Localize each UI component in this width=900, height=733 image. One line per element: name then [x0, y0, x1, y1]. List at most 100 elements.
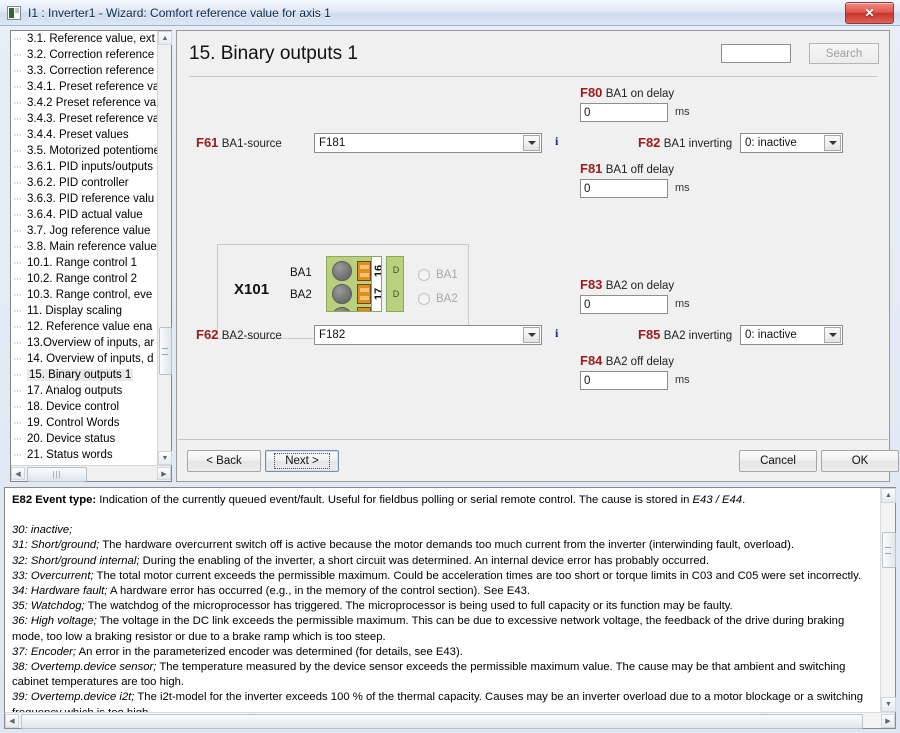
close-icon[interactable]: ✕: [845, 2, 894, 24]
tree-item-3[interactable]: ··· 3.4.1. Preset reference va: [11, 79, 157, 95]
f84-off-delay-input[interactable]: [580, 371, 668, 390]
f82-code: F82: [638, 135, 661, 150]
tree-hscroll-thumb[interactable]: |||: [27, 467, 87, 482]
chevron-down-icon[interactable]: [824, 135, 841, 151]
help-entry-9: 39: Overtemp.device i2t; The i2t-model f…: [12, 691, 864, 712]
terminal-number-17: 17: [373, 287, 382, 301]
tree-item-22[interactable]: ··· 17. Analog outputs: [11, 383, 157, 399]
help-horizontal-scrollbar[interactable]: ◀ ▶: [5, 712, 895, 729]
tree-item-20[interactable]: ··· 14. Overview of inputs, d: [11, 351, 157, 367]
search-button[interactable]: Search: [809, 43, 879, 64]
tree-item-23[interactable]: ··· 18. Device control: [11, 399, 157, 415]
f83-label-group: F83 BA2 on delay: [580, 277, 674, 292]
tree-item-26[interactable]: ··· 21. Status words: [11, 447, 157, 463]
scroll-right-icon[interactable]: ▶: [157, 467, 171, 480]
tree-item-label: 3.8. Main reference value: [27, 241, 157, 253]
help-vertical-scrollbar[interactable]: ▲ ▼: [880, 488, 896, 712]
tree-item-6[interactable]: ··· 3.4.4. Preset values: [11, 127, 157, 143]
f81-off-delay-input[interactable]: [580, 179, 668, 198]
scroll-right-icon[interactable]: ▶: [881, 714, 895, 728]
ok-button[interactable]: OK: [821, 450, 899, 472]
tree-item-24[interactable]: ··· 19. Control Words: [11, 415, 157, 431]
tree-branch-icon: ···: [13, 33, 22, 45]
tree-item-label: 3.7. Jog reference value: [27, 225, 151, 237]
tree-item-21[interactable]: ··· 15. Binary outputs 1: [11, 367, 157, 383]
tree-item-25[interactable]: ··· 20. Device status: [11, 431, 157, 447]
scroll-down-icon[interactable]: ▼: [158, 451, 172, 465]
scroll-left-icon[interactable]: ◀: [5, 714, 19, 728]
tree-item-11[interactable]: ··· 3.6.4. PID actual value: [11, 207, 157, 223]
tree-item-1[interactable]: ··· 3.2. Correction reference: [11, 47, 157, 63]
terminal-radio-ba2[interactable]: BA2: [418, 293, 458, 305]
tree-branch-icon: ···: [13, 273, 22, 285]
tree-branch-icon: ···: [13, 337, 22, 349]
tree-scroll-thumb[interactable]: [159, 327, 172, 375]
tree-item-12[interactable]: ··· 3.7. Jog reference value: [11, 223, 157, 239]
f82-inverting-dropdown[interactable]: 0: inactive: [740, 133, 843, 153]
tree-item-5[interactable]: ··· 3.4.3. Preset reference va: [11, 111, 157, 127]
tree-item-label: 3.1. Reference value, ext: [27, 33, 155, 45]
tree-vertical-scrollbar[interactable]: ▲ ▼: [157, 31, 172, 465]
f62-code: F62: [196, 327, 219, 342]
panel-header: 15. Binary outputs 1 Search: [177, 31, 889, 79]
scroll-up-icon[interactable]: ▲: [158, 31, 172, 45]
f81-label: BA1 off delay: [605, 164, 674, 176]
tree-item-17[interactable]: ··· 11. Display scaling: [11, 303, 157, 319]
tree-branch-icon: ···: [13, 289, 22, 301]
tree-item-18[interactable]: ··· 12. Reference value ena: [11, 319, 157, 335]
tree-item-label: 3.6.2. PID controller: [27, 177, 129, 189]
f62-label-group: F62 BA2-source: [196, 327, 282, 342]
f81-unit: ms: [675, 182, 690, 194]
f84-unit: ms: [675, 374, 690, 386]
search-input[interactable]: [721, 44, 791, 63]
tree-item-0[interactable]: ··· 3.1. Reference value, ext: [11, 31, 157, 47]
next-button[interactable]: Next >: [265, 450, 339, 472]
cancel-button[interactable]: Cancel: [739, 450, 817, 472]
scroll-left-icon[interactable]: ◀: [11, 467, 25, 480]
tree-item-15[interactable]: ··· 10.2. Range control 2: [11, 271, 157, 287]
f80-code: F80: [580, 85, 603, 100]
terminal-screw-icon: [332, 284, 352, 304]
tree-item-14[interactable]: ··· 10.1. Range control 1: [11, 255, 157, 271]
chevron-down-icon[interactable]: [824, 327, 841, 343]
f62-source-dropdown[interactable]: F182: [314, 325, 542, 345]
tree-item-9[interactable]: ··· 3.6.2. PID controller: [11, 175, 157, 191]
tree-branch-icon: ···: [13, 193, 22, 205]
tree-item-8[interactable]: ··· 3.6.1. PID inputs/outputs: [11, 159, 157, 175]
cancel-button-label: Cancel: [760, 455, 796, 467]
f82-label-group: F82 BA1 inverting: [638, 135, 732, 150]
chevron-down-icon[interactable]: [523, 135, 540, 151]
terminal-screw-icon: [332, 261, 352, 281]
f62-info-icon[interactable]: i: [555, 326, 558, 341]
tree-item-4[interactable]: ··· 3.4.2 Preset reference va: [11, 95, 157, 111]
terminal-radio-ba1[interactable]: BA1: [418, 269, 458, 281]
tree-item-16[interactable]: ··· 10.3. Range control, eve: [11, 287, 157, 303]
tree-item-10[interactable]: ··· 3.6.3. PID reference valu: [11, 191, 157, 207]
tree-item-19[interactable]: ··· 13.Overview of inputs, ar: [11, 335, 157, 351]
f85-inverting-dropdown[interactable]: 0: inactive: [740, 325, 843, 345]
tree-item-13[interactable]: ··· 3.8. Main reference value: [11, 239, 157, 255]
f83-on-delay-input[interactable]: [580, 295, 668, 314]
tree-branch-icon: ···: [13, 97, 22, 109]
f61-info-icon[interactable]: i: [555, 134, 558, 149]
tree-scroll-area: ··· 3.1. Reference value, ext ··· 3.2. Corr…: [11, 31, 157, 465]
chevron-down-icon[interactable]: [523, 327, 540, 343]
f82-label: BA1 inverting: [663, 138, 733, 150]
f80-on-delay-input[interactable]: [580, 103, 668, 122]
tree-horizontal-scrollbar[interactable]: ◀ ||| ▶: [11, 465, 171, 482]
tree-item-7[interactable]: ··· 3.5. Motorized potentiome: [11, 143, 157, 159]
back-button[interactable]: < Back: [187, 450, 261, 472]
header-divider: [189, 76, 877, 77]
scroll-up-icon[interactable]: ▲: [881, 488, 896, 503]
help-hscroll-thumb[interactable]: [21, 714, 863, 729]
f81-code: F81: [580, 161, 603, 176]
tree-branch-icon: ···: [13, 385, 22, 397]
scroll-down-icon[interactable]: ▼: [881, 697, 896, 712]
tree-item-2[interactable]: ··· 3.3. Correction reference: [11, 63, 157, 79]
help-scroll-thumb[interactable]: [882, 532, 896, 568]
f61-source-dropdown[interactable]: F181: [314, 133, 542, 153]
f84-label-group: F84 BA2 off delay: [580, 353, 674, 368]
tree-branch-icon: ···: [13, 161, 22, 173]
title-bar: I1 : Inverter1 - Wizard: Comfort referen…: [0, 0, 900, 26]
tree-item-label: 19. Control Words: [27, 417, 120, 429]
